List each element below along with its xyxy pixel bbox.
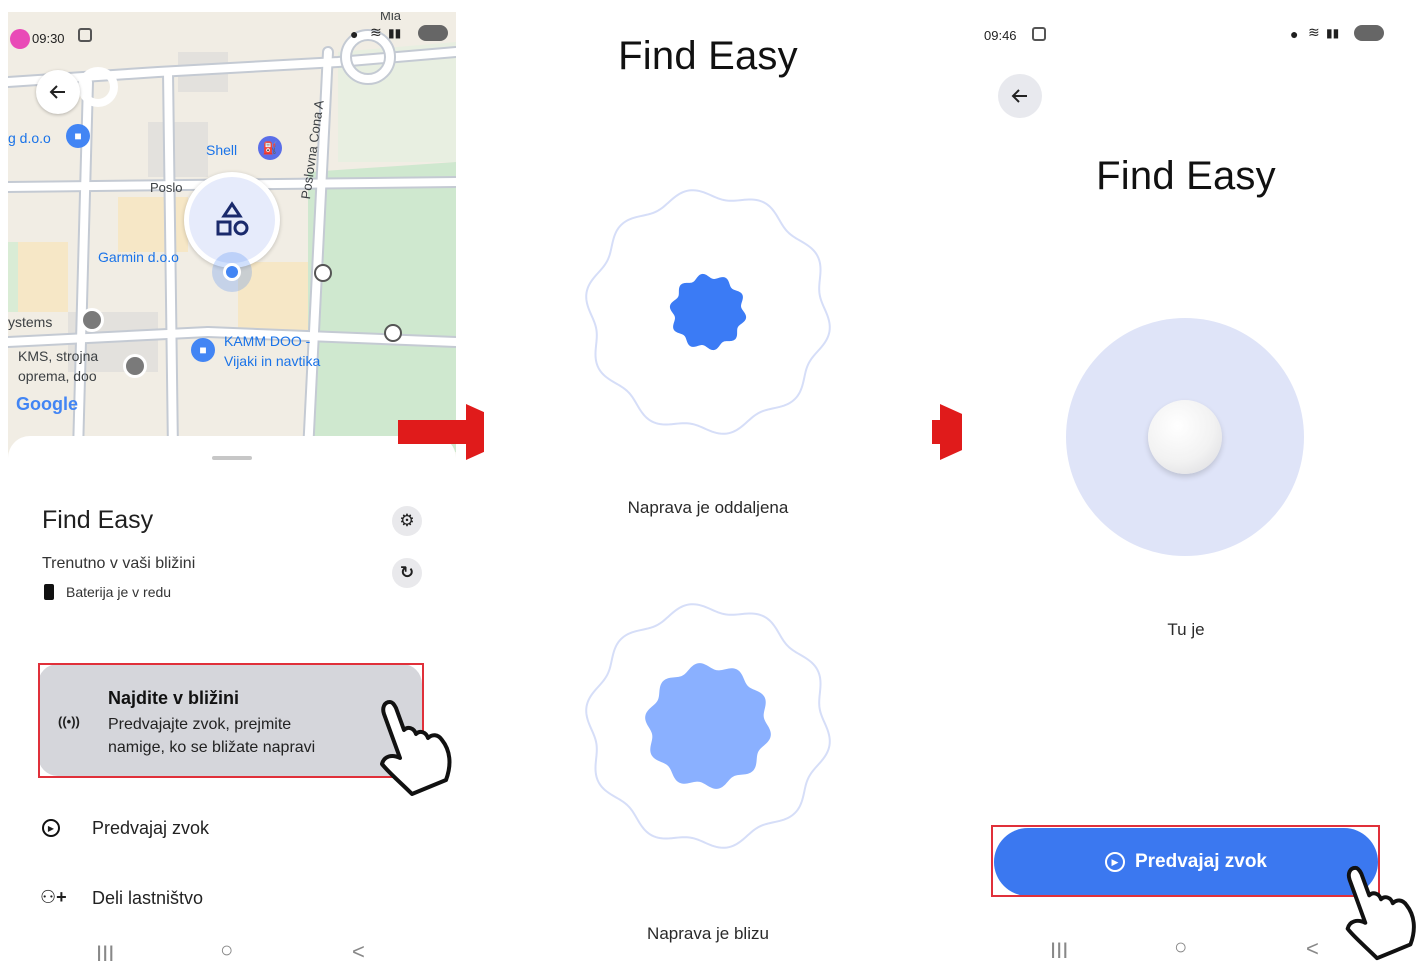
google-logo: Google — [16, 394, 78, 414]
bus-stop-icon-2[interactable] — [384, 324, 402, 342]
map-label-kms-2: oprema, doo — [18, 368, 97, 384]
bus-stop-icon[interactable] — [314, 264, 332, 282]
tracker-device-icon — [1148, 400, 1222, 474]
map-label-kamm-1: KAMM DOO - — [224, 333, 311, 349]
signal-icon-2: ▮▮ — [1326, 26, 1340, 40]
sheet-title: Find Easy — [42, 506, 154, 534]
signal-icon: ▮▮ — [388, 26, 402, 40]
play-circle-icon: ▶ — [42, 819, 60, 837]
nav-back-button-2[interactable]: < — [1306, 936, 1319, 962]
battery-status: Baterija je v redu — [66, 584, 172, 600]
status-time-2: 09:46 — [984, 28, 1017, 43]
map-label-kamm-2: Vijaki in navtika — [224, 353, 321, 369]
battery-status-icon — [418, 25, 448, 41]
place-pin-icon-2[interactable] — [123, 354, 147, 378]
proximity-status: Trenutno v vaši bližini — [42, 555, 196, 572]
nav-recent-button[interactable]: III — [96, 941, 114, 967]
panel2-title: Find Easy — [618, 34, 798, 78]
map-label-systems: ystems — [8, 314, 53, 330]
location-icon-2: ● — [1290, 26, 1299, 42]
screenshot-icon-2 — [1032, 27, 1046, 41]
nav-home-button[interactable]: ○ — [220, 937, 233, 963]
pointing-hand-icon — [380, 700, 452, 796]
proximity-ring-near — [585, 603, 831, 849]
add-person-icon: ⚇+ — [40, 887, 67, 907]
gear-icon: ⚙ — [399, 511, 415, 530]
map-label-garmin: Garmin d.o.o — [98, 249, 179, 265]
pointing-hand-icon-2 — [1345, 865, 1416, 961]
map-label-mia: Mia — [380, 12, 401, 23]
shapes-icon — [216, 201, 249, 236]
near-status-text: Naprava je blizu — [647, 924, 769, 943]
back-button-2[interactable] — [998, 74, 1042, 118]
panel-device-far: Find Easy Naprava je oddaljena — [484, 12, 932, 557]
my-location-dot-icon — [223, 263, 241, 281]
found-status-text: Tu je — [1167, 620, 1205, 639]
shop-pin-icon[interactable]: ■ — [66, 124, 90, 148]
map-view[interactable]: 09:30 ● ≋ ▮▮ Mia g d.o.o ■ Shell ⛽ Poslo… — [8, 12, 456, 452]
nav-back-button[interactable]: < — [352, 939, 365, 965]
far-status-text: Naprava je oddaljena — [627, 498, 789, 517]
shop-pin-icon-2[interactable]: ■ — [191, 338, 215, 362]
notification-badge-icon — [10, 29, 30, 49]
back-button[interactable] — [36, 70, 80, 114]
gas-station-pin-icon[interactable]: ⛽ — [258, 136, 282, 160]
screenshot-icon — [78, 28, 92, 42]
refresh-icon: ↻ — [399, 563, 415, 582]
panel3-title: Find Easy — [1096, 154, 1276, 198]
map-label-business: g d.o.o — [8, 130, 51, 146]
arrow-left-icon — [49, 85, 65, 99]
share-ownership-row[interactable]: Deli lastništvo — [92, 888, 203, 909]
highlight-box-2 — [991, 825, 1380, 897]
battery-status-icon-2 — [1354, 25, 1384, 41]
map-label-shell: Shell — [206, 142, 238, 158]
nav-home-button-2[interactable]: ○ — [1174, 934, 1187, 960]
place-pin-icon[interactable] — [80, 308, 104, 332]
battery-icon — [44, 584, 54, 600]
arrow-left-icon-2 — [1011, 89, 1027, 103]
settings-button[interactable]: ⚙ — [392, 506, 422, 536]
nav-recent-button-2[interactable]: III — [1050, 938, 1068, 964]
location-icon: ● — [350, 26, 359, 42]
wifi-icon-2: ≋ — [1308, 24, 1320, 40]
proximity-ring-far — [585, 189, 831, 435]
map-label-kms-1: KMS, strojna — [18, 348, 99, 364]
panel-map-screen: 09:30 ● ≋ ▮▮ Mia g d.o.o ■ Shell ⛽ Poslo… — [8, 12, 456, 969]
play-sound-row[interactable]: Predvajaj zvok — [92, 818, 209, 839]
panel-device-near: Naprava je blizu — [484, 586, 932, 969]
status-time: 09:30 — [32, 31, 65, 46]
wifi-icon: ≋ — [370, 24, 382, 40]
map-label-poslov: Poslo — [150, 180, 183, 195]
highlight-box — [38, 663, 424, 778]
panel-device-found: 09:46 ● ≋ ▮▮ Find Easy Tu je ▶ Predvajaj… — [962, 12, 1427, 969]
refresh-button[interactable]: ↻ — [392, 558, 422, 588]
sheet-drag-handle[interactable] — [212, 456, 252, 460]
